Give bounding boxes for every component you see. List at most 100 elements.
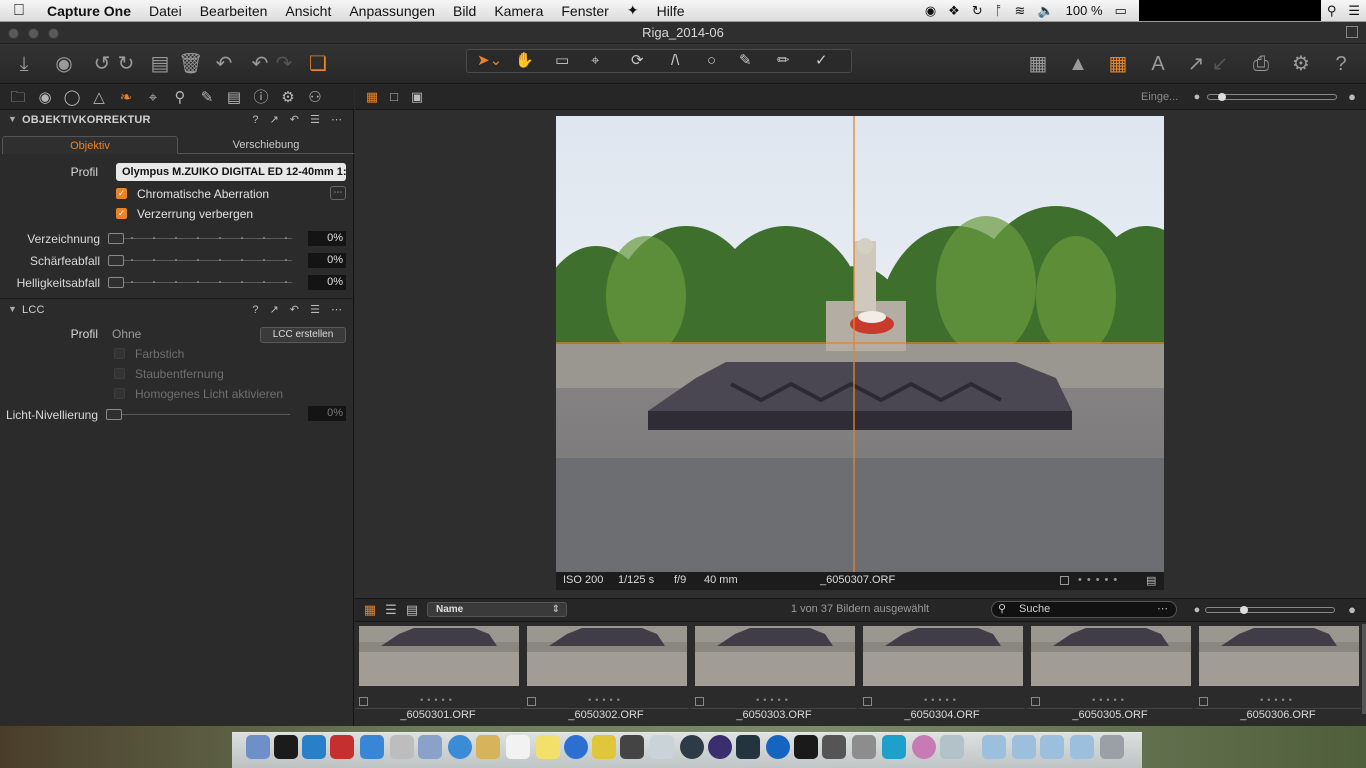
thumbnail-image[interactable] [695, 626, 855, 686]
sharpness-falloff-value[interactable]: 0% [308, 253, 346, 268]
thumbnail-item[interactable]: ••••• _6050301.ORF [355, 622, 521, 726]
sharpness-falloff-slider[interactable] [108, 253, 292, 267]
rating-dots[interactable]: ••••• [859, 695, 1025, 705]
dropbox-icon[interactable] [360, 735, 384, 759]
light-leveling-value[interactable]: 0% [308, 406, 346, 421]
app-icon-7[interactable] [940, 735, 964, 759]
camera-app-icon[interactable] [680, 735, 704, 759]
create-lcc-button[interactable]: LCC erstellen [260, 327, 346, 343]
main-photo[interactable] [556, 116, 1164, 572]
rotate-left-icon[interactable]: ↺ [90, 52, 114, 76]
search-field[interactable]: ⚲ Suche ⋯ [991, 601, 1177, 618]
lens-correction-header[interactable]: ▼ OBJEKTIVKORREKTUR ? ↗ ↶ ☰ ⋯ [0, 111, 354, 129]
terminal-icon[interactable] [274, 735, 298, 759]
documents-folder-icon[interactable] [1012, 735, 1036, 759]
contacts-icon[interactable] [476, 735, 500, 759]
dropbox-icon[interactable]: ❖ [942, 3, 966, 19]
color-tab-icon[interactable]: ◯ [62, 88, 82, 108]
notification-center-icon[interactable]: ☰ [1342, 3, 1366, 19]
light-leveling-slider[interactable] [106, 407, 290, 421]
fullscreen-icon[interactable] [1346, 26, 1358, 38]
light-falloff-value[interactable]: 0% [308, 275, 346, 290]
script-menu-icon[interactable]: ✦ [618, 2, 648, 19]
fit-view-icon[interactable]: ▣ [409, 90, 425, 104]
rating-dots[interactable]: ••••• [523, 695, 689, 705]
spot-removal-icon[interactable]: ○ [707, 50, 716, 72]
exposure-tab-icon[interactable]: △ [89, 88, 109, 108]
light-falloff-slider[interactable] [108, 275, 292, 289]
rating-dots[interactable]: ••••• [1078, 574, 1122, 586]
thumbnail-image[interactable] [1199, 626, 1359, 686]
rating-dots[interactable]: ••••• [1027, 695, 1193, 705]
status-icon[interactable]: ◉ [919, 3, 942, 19]
menu-kamera[interactable]: Kamera [485, 3, 552, 19]
stickies-icon[interactable] [536, 735, 560, 759]
bluetooth-icon[interactable]: ᚩ [989, 3, 1009, 18]
lightroom-icon[interactable] [736, 735, 760, 759]
safari-icon[interactable] [448, 735, 472, 759]
select-checkbox[interactable] [1060, 576, 1069, 585]
capture-tab-icon[interactable]: ◉ [35, 88, 55, 108]
volume-icon[interactable]: 🔈 [1031, 3, 1059, 19]
menu-fenster[interactable]: Fenster [552, 3, 617, 19]
applications-folder-icon[interactable] [982, 735, 1006, 759]
trash-dock-icon[interactable] [1100, 735, 1124, 759]
details-tab-icon[interactable]: ⚲ [170, 88, 190, 108]
iphoto-icon[interactable] [650, 735, 674, 759]
library-tab-icon[interactable]: 🗀 [8, 88, 28, 108]
itunes-icon[interactable] [564, 735, 588, 759]
single-view-icon[interactable]: □ [386, 90, 402, 104]
teamviewer-icon[interactable] [302, 735, 326, 759]
light-falloff-slider-knob[interactable] [108, 277, 124, 288]
apply-adjustments-icon[interactable]: ↙ [1208, 52, 1232, 76]
multi-view-icon[interactable]: ▦ [364, 90, 380, 104]
lcc-header[interactable]: ▼ LCC ? ↗ ↶ ☰ ⋯ [0, 301, 354, 319]
thumbnail-size-slider[interactable] [1205, 606, 1335, 614]
keystone-icon[interactable]: /\ [671, 50, 679, 72]
wifi-icon[interactable]: ≋ [1009, 3, 1032, 19]
local-adjustments-tab-icon[interactable]: ✎ [197, 88, 217, 108]
info-menu-icon[interactable]: ▤ [1146, 574, 1156, 587]
crop-icon[interactable]: ⌖ [591, 50, 599, 72]
light-leveling-slider-knob[interactable] [106, 409, 122, 420]
color-app-icon[interactable] [620, 735, 644, 759]
thumbnail-image[interactable] [359, 626, 519, 686]
calendar-icon[interactable] [506, 735, 530, 759]
filmstrip-view-icon[interactable]: ▤ [404, 603, 420, 617]
spotlight-icon[interactable]: ⚲ [1321, 3, 1343, 19]
move-to-folder-icon[interactable]: ▤ [148, 52, 172, 76]
rotate-right-icon[interactable]: ↻ [114, 52, 138, 76]
color-cast-checkbox[interactable] [114, 348, 125, 359]
app-icon[interactable] [592, 735, 616, 759]
collapse-triangle-icon[interactable]: ▼ [8, 114, 17, 124]
menu-ansicht[interactable]: Ansicht [276, 3, 340, 19]
zoom-slider-knob[interactable] [1218, 93, 1226, 101]
redo-icon[interactable]: ↷ [272, 52, 296, 76]
app-store-icon[interactable] [766, 735, 790, 759]
folder-icon[interactable] [1070, 735, 1094, 759]
annotation-icon[interactable]: ✓ [815, 50, 828, 72]
app-icon-5[interactable] [882, 735, 906, 759]
tab-objektiv[interactable]: Objektiv [2, 136, 178, 154]
apple-icon[interactable]:  [0, 2, 38, 20]
thumbnail-view-icon[interactable]: ▦ [362, 603, 378, 617]
composition-tab-icon[interactable]: ⌖ [143, 88, 163, 108]
brush-icon[interactable]: ✎ [739, 50, 752, 72]
tab-verschiebung[interactable]: Verschiebung [178, 136, 354, 154]
text-overlay-icon[interactable]: A [1146, 52, 1170, 76]
more-options-button[interactable]: ⋯ [330, 186, 346, 200]
menu-app-name[interactable]: Capture One [38, 3, 140, 19]
grid-icon[interactable]: ▦ [1106, 52, 1130, 76]
menu-datei[interactable]: Datei [140, 3, 191, 19]
thumbnail-image[interactable] [1031, 626, 1191, 686]
copy-adjustments-icon[interactable]: ↗ [1184, 52, 1208, 76]
batch-tab-icon[interactable]: ⚇ [305, 88, 325, 108]
output-tab-icon[interactable]: ▤ [224, 88, 244, 108]
finder-icon[interactable] [246, 735, 270, 759]
exposure-warning-icon[interactable]: ▲ [1066, 52, 1090, 76]
camera-icon[interactable]: ◉ [52, 52, 76, 76]
thumbnail-item[interactable]: ••••• _6050302.ORF [523, 622, 689, 726]
app-icon-6[interactable] [912, 735, 936, 759]
hide-distortion-checkbox[interactable]: ✓ [116, 208, 127, 219]
trash-icon[interactable]: 🗑 [178, 52, 203, 76]
